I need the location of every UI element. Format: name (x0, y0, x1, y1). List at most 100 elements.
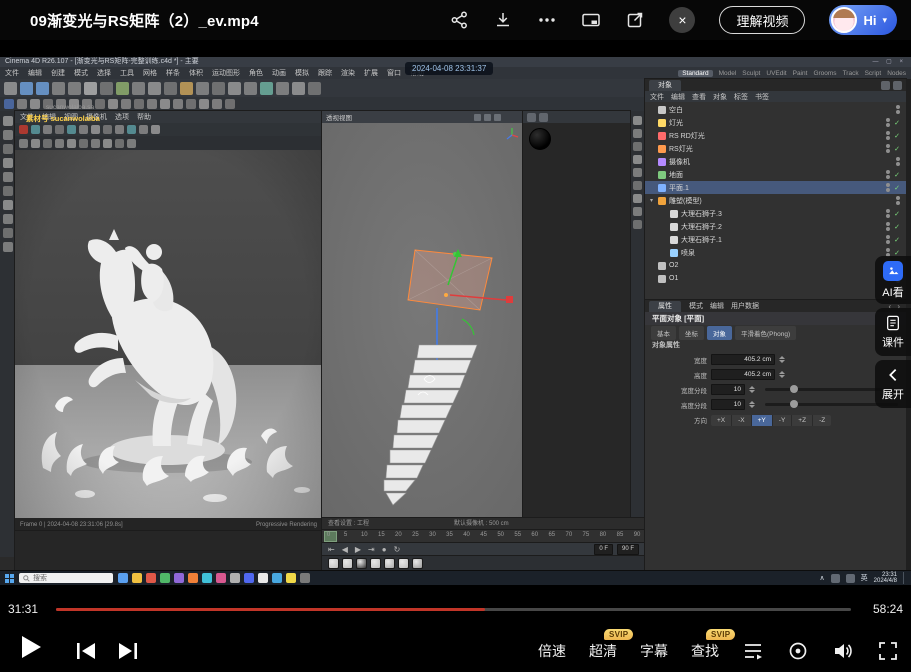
dot-editor[interactable] (886, 144, 890, 148)
enabled-check-icon[interactable]: ✓ (894, 145, 900, 153)
c4d-menu-item[interactable]: 渲染 (341, 68, 355, 78)
tool-icon[interactable] (68, 82, 81, 95)
timeline-tick[interactable]: 15 (378, 532, 385, 538)
tool-icon[interactable] (79, 139, 88, 148)
courseware-button[interactable]: 课件 (875, 308, 911, 356)
attr-menu-item[interactable]: 编辑 (710, 301, 724, 311)
tool-icon[interactable] (79, 125, 88, 134)
window-buttons[interactable]: — ▢ × (872, 57, 906, 67)
enabled-check-icon[interactable]: ✓ (894, 223, 900, 231)
visibility-dots[interactable] (896, 196, 900, 205)
tool-icon[interactable] (115, 125, 124, 134)
pip-icon[interactable] (581, 10, 601, 30)
enabled-check-icon[interactable]: ✓ (894, 132, 900, 140)
tool-icon[interactable] (276, 82, 289, 95)
taskbar-app-icon[interactable] (216, 573, 226, 583)
c4d-menu-item[interactable]: 动画 (272, 68, 286, 78)
object-row[interactable]: ▾雕塑(模型) (645, 194, 906, 207)
stepper-icon[interactable] (779, 371, 785, 378)
dot-editor[interactable] (886, 248, 890, 252)
attr-tab[interactable]: 基本 (651, 326, 676, 340)
stepper-icon[interactable] (779, 356, 785, 363)
tool-icon[interactable] (43, 125, 52, 134)
tool-icon[interactable] (212, 99, 222, 109)
c4d-menu-item[interactable]: 体积 (189, 68, 203, 78)
slider-handle[interactable] (790, 385, 798, 393)
object-row[interactable]: 摄像机 (645, 155, 906, 168)
timeline-tick[interactable]: 35 (446, 532, 453, 538)
expand-button[interactable]: 展开 (875, 360, 911, 408)
timeline-tick[interactable]: 45 (480, 532, 487, 538)
tool-icon[interactable] (3, 200, 13, 210)
material-thumb[interactable] (398, 558, 409, 569)
dot-editor[interactable] (886, 183, 890, 187)
tool-icon[interactable] (55, 139, 64, 148)
object-row[interactable]: O1 (645, 272, 906, 285)
share-icon[interactable] (449, 10, 469, 30)
attr-value-field[interactable]: 405.2 cm (711, 369, 775, 380)
tool-icon[interactable] (308, 82, 321, 95)
subtitle-button[interactable]: 字幕 (640, 641, 668, 661)
enabled-check-icon[interactable]: ✓ (894, 119, 900, 127)
orbit-icon[interactable] (484, 114, 491, 121)
layout-tab[interactable]: UVEdit (766, 70, 786, 77)
attr-tab[interactable]: 坐标 (679, 326, 704, 340)
dot-editor[interactable] (886, 222, 890, 226)
timeline-tick[interactable]: 80 (600, 532, 607, 538)
dot-render[interactable] (886, 240, 890, 244)
c4d-menu-item[interactable]: 跟踪 (318, 68, 332, 78)
tool-icon[interactable] (186, 99, 196, 109)
dot-render[interactable] (896, 162, 900, 166)
tray-caret-icon[interactable]: ∧ (820, 574, 825, 582)
tool-icon[interactable] (108, 99, 118, 109)
tool-icon[interactable] (4, 99, 14, 109)
tool-icon[interactable] (121, 99, 131, 109)
tool-icon[interactable] (160, 99, 170, 109)
transport-button[interactable]: ↻ (394, 543, 401, 556)
object-row[interactable]: 喷泉✓ (645, 246, 906, 259)
enabled-check-icon[interactable]: ✓ (894, 184, 900, 192)
tray-volume-icon[interactable] (846, 574, 855, 583)
tool-icon[interactable] (31, 125, 40, 134)
viewport-perspective[interactable]: 透视视图 (322, 111, 523, 518)
material-thumb[interactable] (370, 558, 381, 569)
tool-icon[interactable] (19, 125, 28, 134)
tool-icon[interactable] (127, 125, 136, 134)
taskbar-app-icon[interactable] (202, 573, 212, 583)
timeline-tick[interactable]: 60 (531, 532, 538, 538)
taskbar-app-icon[interactable] (230, 573, 240, 583)
tool-icon[interactable] (52, 82, 65, 95)
timeline-tick[interactable]: 5 (344, 532, 347, 538)
timeline-end-field[interactable]: 90 F (617, 544, 639, 555)
start-button[interactable] (5, 574, 14, 583)
tool-icon[interactable] (3, 228, 13, 238)
dot-editor[interactable] (886, 235, 890, 239)
dot-editor[interactable] (886, 170, 890, 174)
stepper-icon[interactable] (749, 401, 755, 408)
object-menu-item[interactable]: 标签 (734, 92, 748, 102)
orientation-option[interactable]: -X (732, 415, 752, 426)
taskbar-app-icon[interactable] (174, 573, 184, 583)
visibility-dots[interactable] (886, 222, 890, 231)
tool-icon[interactable] (67, 139, 76, 148)
tool-icon[interactable] (225, 99, 235, 109)
progress-bar[interactable] (56, 608, 851, 611)
layout-tab[interactable]: Model (719, 70, 737, 77)
tool-icon[interactable] (173, 99, 183, 109)
search-icon[interactable] (893, 81, 902, 90)
visibility-dots[interactable] (886, 118, 890, 127)
popout-icon[interactable] (625, 10, 645, 30)
attr-value-field[interactable]: 405.2 cm (711, 354, 775, 365)
dot-editor[interactable] (896, 105, 900, 109)
transport-button[interactable]: ◀ (342, 543, 348, 556)
play-button[interactable] (22, 636, 41, 658)
visibility-dots[interactable] (886, 170, 890, 179)
tool-icon[interactable] (633, 155, 642, 164)
tool-icon[interactable] (134, 99, 144, 109)
attr-menu-item[interactable]: 用户数据 (731, 301, 759, 311)
taskbar-app-icon[interactable] (132, 573, 142, 583)
layout-tab[interactable]: Paint (793, 70, 808, 77)
object-row[interactable]: 平面.1✓ (645, 181, 906, 194)
object-menu-item[interactable]: 文件 (650, 92, 664, 102)
tool-icon[interactable] (95, 99, 105, 109)
